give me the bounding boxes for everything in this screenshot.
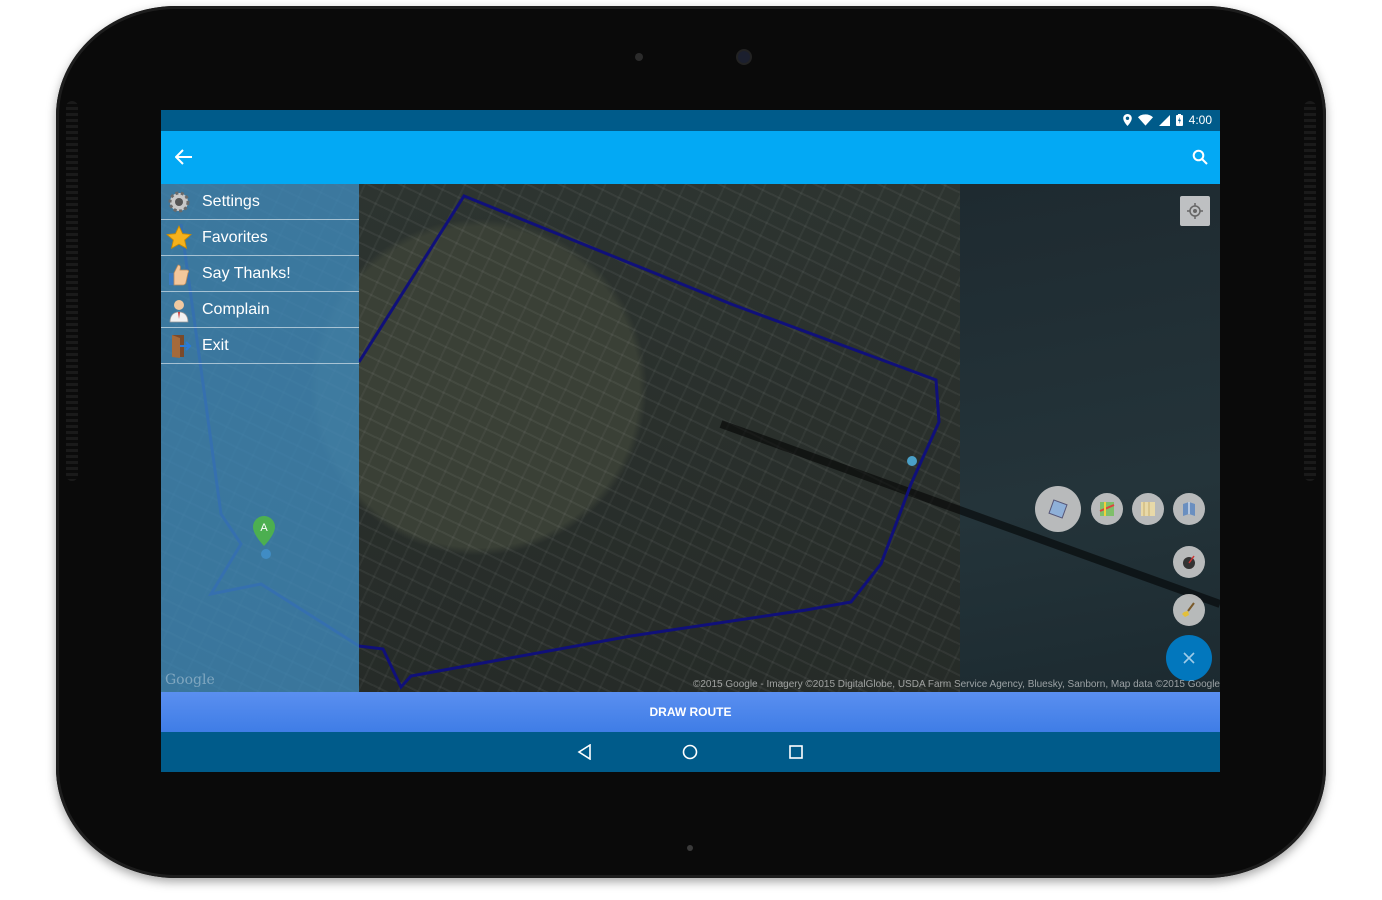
close-fab[interactable]	[1166, 635, 1212, 681]
drawer-item-label: Favorites	[202, 228, 268, 246]
roadmap-icon	[1099, 502, 1115, 516]
drawer-item-label: Settings	[202, 192, 260, 210]
map-type-terrain-button[interactable]	[1132, 493, 1164, 525]
arrow-back-icon	[175, 149, 192, 165]
drawer-item-label: Say Thanks!	[202, 264, 291, 282]
clear-route-button[interactable]	[1173, 594, 1205, 626]
crosshair-icon	[1187, 203, 1203, 219]
navigation-drawer: Settings Favorites Say Thanks! Complain …	[161, 184, 359, 692]
my-location-button[interactable]	[1180, 196, 1210, 226]
map-type-hybrid-button[interactable]	[1173, 493, 1205, 525]
search-icon	[1192, 149, 1208, 165]
drawer-item-favorites[interactable]: Favorites	[161, 220, 359, 256]
satellite-dish-icon	[1183, 555, 1195, 569]
hybrid-map-icon	[1183, 502, 1195, 516]
exit-door-icon	[164, 331, 194, 361]
drawer-item-label: Exit	[202, 336, 229, 354]
location-icon	[1122, 114, 1132, 126]
drawer-item-exit[interactable]: Exit	[161, 328, 359, 364]
screen: 4:00 ©2015 Google - Imagery ©2015 Digita…	[161, 110, 1220, 772]
search-button[interactable]	[1184, 141, 1216, 173]
sensor-dot	[635, 53, 643, 61]
drawer-item-say-thanks[interactable]: Say Thanks!	[161, 256, 359, 292]
person-icon	[164, 295, 194, 325]
nav-back-button[interactable]	[569, 736, 601, 768]
drawer-item-label: Complain	[202, 300, 270, 318]
close-icon	[1183, 652, 1195, 664]
system-nav-bar	[161, 732, 1220, 772]
gear-icon	[164, 187, 194, 217]
map-attribution: ©2015 Google - Imagery ©2015 DigitalGlob…	[692, 679, 1220, 690]
star-icon	[164, 223, 194, 253]
nav-home-icon	[682, 744, 698, 760]
thumbs-up-icon	[164, 259, 194, 289]
route-endpoint	[907, 456, 917, 466]
status-time: 4:00	[1188, 113, 1212, 127]
terrain-map-icon	[1141, 502, 1155, 516]
nav-back-icon	[577, 744, 591, 760]
wifi-icon	[1137, 114, 1153, 126]
marker-label: A	[260, 522, 268, 534]
left-speaker-grille	[66, 101, 78, 481]
signal-icon	[1158, 114, 1170, 126]
front-camera	[738, 51, 750, 63]
back-button[interactable]	[168, 141, 200, 173]
device-indicator-dot	[687, 845, 693, 851]
nav-home-button[interactable]	[674, 736, 706, 768]
nav-recents-icon	[789, 745, 803, 759]
nav-recents-button[interactable]	[780, 736, 812, 768]
route-start-marker: A	[253, 516, 275, 546]
draw-route-button[interactable]: DRAW ROUTE	[161, 692, 1220, 732]
map-type-satellite-button[interactable]	[1035, 486, 1081, 532]
drawer-item-settings[interactable]: Settings	[161, 184, 359, 220]
map-type-roadmap-button[interactable]	[1091, 493, 1123, 525]
right-speaker-grille	[1304, 101, 1316, 481]
drawer-item-complain[interactable]: Complain	[161, 292, 359, 328]
app-bar	[161, 131, 1220, 184]
broom-icon	[1182, 602, 1195, 617]
satellite-dish-button[interactable]	[1173, 546, 1205, 578]
status-bar: 4:00	[161, 110, 1220, 131]
google-watermark: Google	[165, 672, 215, 688]
battery-icon	[1175, 114, 1183, 126]
satellite-map-icon	[1048, 499, 1068, 519]
